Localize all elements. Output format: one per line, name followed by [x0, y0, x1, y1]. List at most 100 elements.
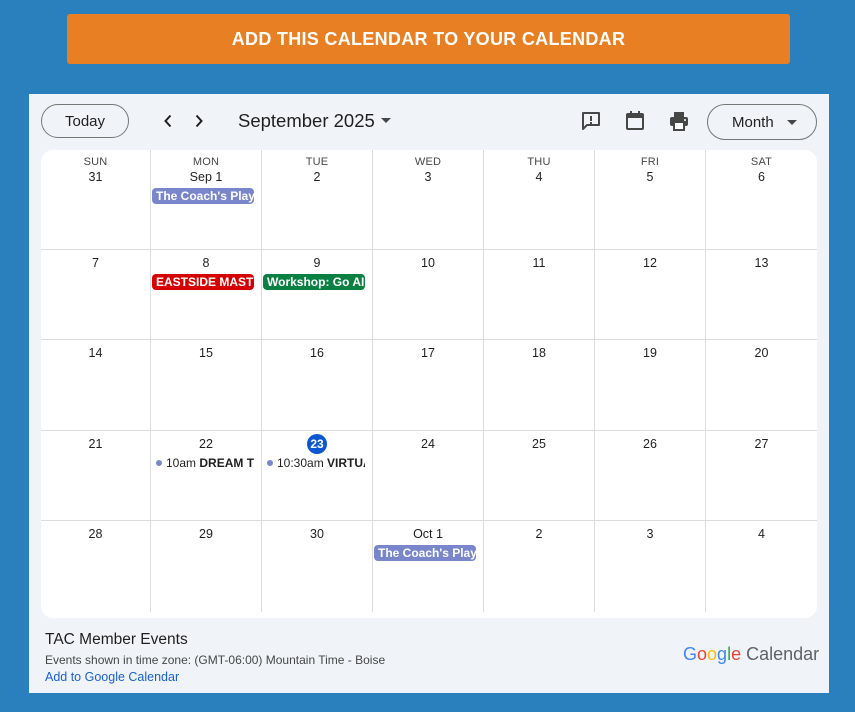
- day-cell[interactable]: 16: [262, 340, 373, 431]
- day-number[interactable]: 18: [484, 346, 594, 360]
- day-cell[interactable]: 15: [151, 340, 262, 431]
- day-number[interactable]: 29: [151, 527, 261, 541]
- day-cell[interactable]: Oct 1 The Coach's Playbook: [373, 521, 484, 612]
- day-cell[interactable]: 20: [706, 340, 817, 431]
- next-month-button[interactable]: [186, 108, 212, 134]
- day-number[interactable]: 25: [484, 437, 594, 451]
- day-cell[interactable]: 19: [595, 340, 706, 431]
- day-cell[interactable]: 22 10am DREAM TEAM: [151, 431, 262, 521]
- day-number[interactable]: Oct 1: [373, 527, 483, 541]
- day-cell[interactable]: 30: [262, 521, 373, 612]
- day-cell[interactable]: 28: [41, 521, 151, 612]
- day-cell[interactable]: 21: [41, 431, 151, 521]
- day-cell[interactable]: 17: [373, 340, 484, 431]
- google-wordmark: Google: [683, 644, 742, 664]
- day-cell[interactable]: 2310:30am VIRTUAL: [262, 431, 373, 521]
- day-cell[interactable]: SAT 6: [706, 150, 817, 250]
- day-cell[interactable]: 10: [373, 250, 484, 340]
- day-number[interactable]: 5: [595, 170, 705, 184]
- event-time: 10am: [166, 456, 197, 470]
- day-cell[interactable]: FRI 5: [595, 150, 706, 250]
- day-number[interactable]: 11: [484, 256, 594, 270]
- weekday-header: THU: [527, 156, 551, 168]
- day-number[interactable]: 31: [41, 170, 150, 184]
- calendar-wordmark: Calendar: [746, 644, 820, 664]
- day-number[interactable]: 2: [262, 170, 372, 184]
- day-number[interactable]: 3: [595, 527, 705, 541]
- weekday-header: SUN: [83, 156, 108, 168]
- day-number[interactable]: 17: [373, 346, 483, 360]
- day-number[interactable]: 27: [706, 437, 817, 451]
- day-number[interactable]: 2: [484, 527, 594, 541]
- day-number[interactable]: 15: [151, 346, 261, 360]
- day-number[interactable]: 14: [41, 346, 150, 360]
- day-number[interactable]: 12: [595, 256, 705, 270]
- event-time: 10:30am: [277, 456, 324, 470]
- event-title: DREAM TEAM: [199, 456, 254, 470]
- day-number[interactable]: 8: [151, 256, 261, 270]
- caret-down-icon[interactable]: [381, 118, 391, 124]
- day-number[interactable]: 28: [41, 527, 150, 541]
- chevron-right-icon: [195, 114, 203, 128]
- add-calendar-button[interactable]: ADD THIS CALENDAR TO YOUR CALENDAR: [67, 14, 790, 64]
- month-title[interactable]: September 2025: [238, 110, 375, 132]
- day-cell[interactable]: SUN 31: [41, 150, 151, 250]
- day-cell[interactable]: THU 4: [484, 150, 595, 250]
- day-cell[interactable]: 12: [595, 250, 706, 340]
- day-number[interactable]: 19: [595, 346, 705, 360]
- day-cell[interactable]: 7: [41, 250, 151, 340]
- view-selector[interactable]: Month: [707, 104, 817, 140]
- google-calendar-logo[interactable]: Google Calendar: [683, 644, 819, 665]
- day-number[interactable]: 10: [373, 256, 483, 270]
- day-cell[interactable]: 14: [41, 340, 151, 431]
- print-icon[interactable]: [668, 110, 690, 132]
- previous-month-button[interactable]: [155, 108, 181, 134]
- day-cell[interactable]: 24: [373, 431, 484, 521]
- day-number[interactable]: 30: [262, 527, 372, 541]
- day-number[interactable]: Sep 1: [151, 170, 261, 184]
- day-cell[interactable]: 18: [484, 340, 595, 431]
- day-number[interactable]: 9: [262, 256, 372, 270]
- add-to-google-calendar-link[interactable]: Add to Google Calendar: [45, 670, 179, 684]
- day-cell[interactable]: 25: [484, 431, 595, 521]
- day-cell[interactable]: 26: [595, 431, 706, 521]
- day-cell[interactable]: 11: [484, 250, 595, 340]
- day-cell[interactable]: 3: [595, 521, 706, 612]
- event-chip[interactable]: Workshop: Go AI: [263, 274, 365, 290]
- day-number[interactable]: 26: [595, 437, 705, 451]
- day-cell[interactable]: TUE 2: [262, 150, 373, 250]
- day-number[interactable]: 24: [373, 437, 483, 451]
- day-cell[interactable]: 8 EASTSIDE MASTERS: [151, 250, 262, 340]
- day-number[interactable]: 3: [373, 170, 483, 184]
- weekday-header: FRI: [640, 156, 660, 168]
- day-cell[interactable]: 13: [706, 250, 817, 340]
- event-chip[interactable]: EASTSIDE MASTERS: [152, 274, 254, 290]
- day-cell[interactable]: WED 3: [373, 150, 484, 250]
- day-number[interactable]: 4: [706, 527, 817, 541]
- timed-event[interactable]: 10:30am VIRTUAL: [267, 455, 365, 471]
- calendar-name: TAC Member Events: [45, 631, 188, 648]
- event-chip[interactable]: The Coach's Playbook: [374, 545, 476, 561]
- event-title: VIRTUAL: [327, 456, 365, 470]
- day-number[interactable]: 13: [706, 256, 817, 270]
- event-chip[interactable]: The Coach's Playbook: [152, 188, 254, 204]
- day-number[interactable]: 21: [41, 437, 150, 451]
- today-button[interactable]: Today: [41, 104, 129, 138]
- day-number[interactable]: 22: [151, 437, 261, 451]
- weekday-header: WED: [414, 156, 442, 168]
- day-cell[interactable]: 9 Workshop: Go AI: [262, 250, 373, 340]
- today-date-marker[interactable]: 23: [307, 434, 327, 454]
- day-cell[interactable]: 2: [484, 521, 595, 612]
- day-number[interactable]: 16: [262, 346, 372, 360]
- timed-event[interactable]: 10am DREAM TEAM: [156, 455, 254, 471]
- calendar-icon[interactable]: [624, 110, 646, 132]
- day-cell[interactable]: 27: [706, 431, 817, 521]
- day-number[interactable]: 4: [484, 170, 594, 184]
- day-cell[interactable]: MON Sep 1 The Coach's Playbook: [151, 150, 262, 250]
- day-number[interactable]: 7: [41, 256, 150, 270]
- day-cell[interactable]: 4: [706, 521, 817, 612]
- feedback-icon[interactable]: [580, 110, 602, 132]
- day-number[interactable]: 20: [706, 346, 817, 360]
- day-cell[interactable]: 29: [151, 521, 262, 612]
- day-number[interactable]: 6: [706, 170, 817, 184]
